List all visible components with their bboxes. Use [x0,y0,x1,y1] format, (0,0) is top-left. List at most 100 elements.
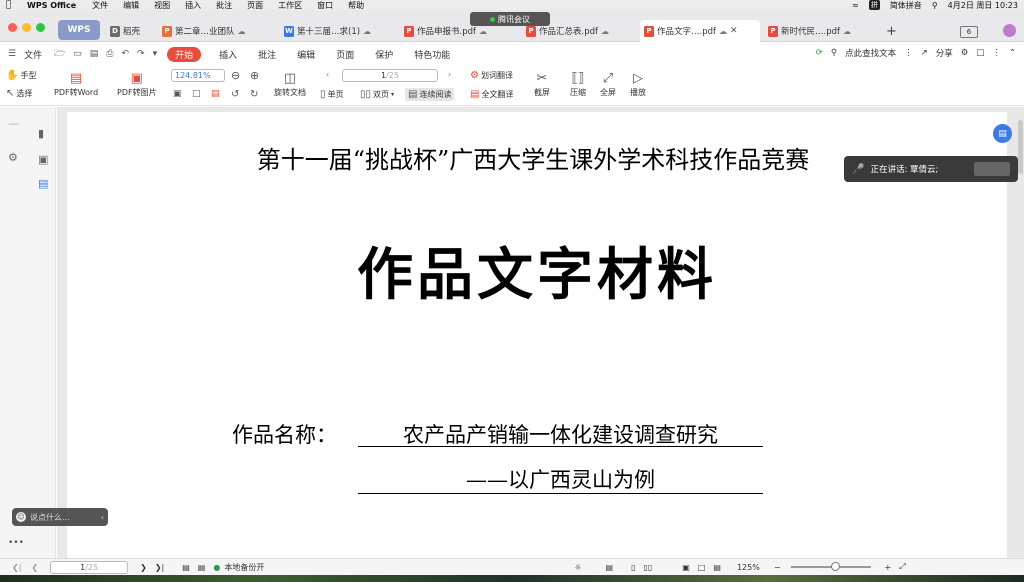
menu-edit[interactable]: 编辑 [123,0,139,10]
overflow-menu-icon[interactable]: ⋮ [992,48,1001,58]
undo-icon[interactable]: ↶ [122,49,130,59]
save-icon[interactable]: ▭ [73,49,82,59]
close-window-button[interactable] [8,23,17,32]
zoom-select[interactable]: 124.81% [171,69,225,82]
forward-icon[interactable]: ▤ [198,563,206,572]
tab-daoke[interactable]: D 稻壳 [106,20,154,42]
bookmark-icon[interactable]: ▮ [38,127,44,140]
collapse-ribbon-icon[interactable]: ⌃ [1009,48,1016,58]
zoom-window-button[interactable] [36,23,45,32]
status-zoom-value[interactable]: 125% [737,563,760,572]
tab-edit[interactable]: 编辑 [297,48,315,61]
print-preview-icon[interactable]: ▤ [90,49,99,59]
menu-file[interactable]: 文件 [92,0,108,10]
page-number-input[interactable]: 1 /25 [342,69,438,82]
status-fullscreen-icon[interactable]: ⤢ [899,562,905,572]
apple-icon[interactable]:  [6,0,15,10]
annotation-list-icon[interactable]: ▤ [38,177,48,190]
menu-page[interactable]: 页面 [247,0,263,10]
status-fit-width-icon[interactable]: ▤ [713,563,721,572]
minimize-window-button[interactable] [22,23,31,32]
hand-tool-button[interactable]: ✋ 手型 [6,70,36,81]
fit-width-icon[interactable]: ▤ [211,89,220,99]
rotate-left-icon[interactable]: ↺ [231,89,239,100]
datetime[interactable]: 4月2日 周日 10:23 [948,0,1018,10]
wifi-icon[interactable]: ≈ [852,1,859,10]
thumbnail-icon[interactable]: ▣ [38,153,48,166]
vertical-scrollbar[interactable] [1018,120,1023,174]
tencent-meeting-badge[interactable]: 腾讯会议 [470,12,550,26]
double-page-button[interactable]: ▯▯ 双页 ▾ [360,89,394,100]
menu-help[interactable]: 帮助 [348,0,364,10]
last-page-icon[interactable]: ❯| [155,563,164,572]
next-page-icon[interactable]: › [448,70,451,79]
collapse-sidebar-icon[interactable]: — [8,117,19,130]
rotate-right-icon[interactable]: ↻ [250,89,258,100]
redo-icon[interactable]: ↷ [137,49,145,59]
tab-count-indicator[interactable]: 6 [960,26,978,38]
tab-insert[interactable]: 插入 [219,48,237,61]
fit-page-icon[interactable]: □ [192,89,201,99]
avatar[interactable] [1003,24,1016,37]
tab-text-material-pdf[interactable]: P 作品文字….pdf ☁ ✕ [640,20,760,42]
emoji-icon[interactable]: ☺ [16,512,26,522]
meeting-chat-input[interactable]: ☺ 说点什么... ‹ [12,508,108,526]
file-menu-button[interactable]: 文件 [24,48,42,61]
screenshot-button[interactable]: ✂ 截屏 [534,69,550,98]
prev-page-icon[interactable]: ‹ [326,70,329,79]
floating-tools-button[interactable]: ▤ [993,124,1012,143]
settings-icon[interactable]: ⚙ [961,48,969,58]
actual-size-icon[interactable]: ▣ [173,89,182,99]
fullscreen-button[interactable]: ⤢ 全屏 [600,69,616,98]
tab-protect[interactable]: 保护 [375,48,393,61]
menu-comment[interactable]: 批注 [216,0,232,10]
tab-page[interactable]: 页面 [336,48,354,61]
status-page-input[interactable]: 1 /25 [50,560,129,574]
single-page-button[interactable]: ▯ 单页 [320,89,344,100]
zoom-slider-knob[interactable] [830,562,840,571]
find-text-button[interactable]: 点此查找文本 [845,47,896,59]
status-zoom-out-icon[interactable]: − [774,563,781,572]
status-continuous-icon[interactable]: ▤ [606,563,614,572]
wps-home-tab[interactable]: WPS [58,20,100,40]
select-tool-button[interactable]: ↖ 选择 [6,88,32,99]
backup-status-label[interactable]: 本地备份开 [224,562,264,573]
status-fit-page-icon[interactable]: □ [698,563,706,572]
status-prev-page-icon[interactable]: ❮ [31,563,38,572]
open-folder-icon[interactable]: 🗁 [54,46,65,62]
menu-window[interactable]: 窗口 [317,0,333,10]
input-method-icon[interactable]: 拼 [868,0,880,10]
tab-new-era-pdf[interactable]: P 新时代民….pdf ☁ [764,20,880,42]
more-options-icon[interactable]: ⋮ [904,48,913,58]
zoom-in-icon[interactable]: ⊕ [250,69,259,82]
word-translate-button[interactable]: ⚙ 划词翻译 [470,70,513,81]
status-zoom-in-icon[interactable]: + [885,563,892,572]
eye-protection-icon[interactable]: ☼ [574,563,581,572]
tab-features[interactable]: 特色功能 [414,48,450,61]
quick-access-dropdown-icon[interactable]: ▾ [153,49,158,59]
add-tab-button[interactable]: + [886,24,897,39]
app-name-menu[interactable]: WPS Office [27,1,76,10]
tab-comment[interactable]: 批注 [258,48,276,61]
status-actual-size-icon[interactable]: ▣ [682,563,690,572]
tab-home[interactable]: 开始 [167,46,202,62]
share-button[interactable]: 分享 [936,47,953,59]
play-button[interactable]: ▷ 播放 [630,69,646,98]
full-translate-button[interactable]: ▤ 全文翻译 [470,89,513,100]
spotlight-icon[interactable]: ⚲ [932,1,938,10]
tab-chapter-two[interactable]: P 第二章…业团队 ☁ [158,20,276,42]
sync-status-icon[interactable]: ⟳ [816,48,823,58]
zoom-value-field[interactable]: 124.81% [171,69,225,82]
zoom-slider[interactable] [790,562,871,571]
hamburger-menu-icon[interactable]: ☰ [8,49,16,59]
share-icon[interactable]: ↗ [921,48,928,58]
input-method-label[interactable]: 简体拼音 [890,0,922,10]
comment-icon[interactable]: □ [976,48,984,58]
continuous-reading-button[interactable]: ▤ 连续阅读 [405,88,455,101]
back-icon[interactable]: ▤ [182,563,190,572]
print-icon[interactable]: ⎙ [106,49,113,59]
tab-thirteenth[interactable]: W 第十三届…求(1) ☁ [280,20,394,42]
collapse-chat-icon[interactable]: ‹ [101,513,104,522]
status-next-page-icon[interactable]: ❯ [140,563,147,572]
compress-button[interactable]: ⟦⟧ 压缩 [570,69,586,98]
